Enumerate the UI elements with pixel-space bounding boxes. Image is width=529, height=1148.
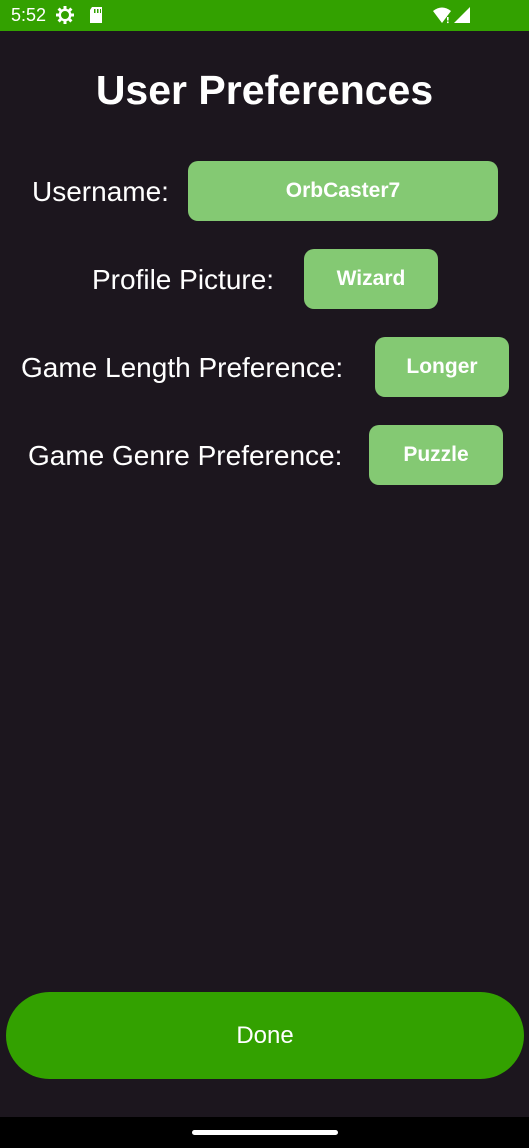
page-title: User Preferences	[95, 67, 434, 113]
home-handle[interactable]	[192, 1130, 338, 1135]
game-length-button[interactable]: Longer	[375, 337, 509, 397]
profile-picture-button[interactable]: Wizard	[304, 249, 438, 309]
game-genre-button[interactable]: Puzzle	[369, 425, 503, 485]
status-bar: 5:52	[0, 0, 529, 31]
signal-icon	[454, 7, 470, 23]
game-length-label: Game Length Preference:	[21, 352, 344, 383]
sd-card-icon	[90, 7, 102, 23]
game-genre-label: Game Genre Preference:	[28, 440, 343, 471]
status-time: 5:52	[11, 5, 47, 25]
profile-picture-label: Profile Picture:	[92, 264, 275, 295]
wifi-icon	[433, 7, 451, 24]
done-button[interactable]: Done	[6, 992, 524, 1079]
gear-icon	[56, 6, 74, 24]
username-label: Username:	[32, 176, 169, 207]
navigation-bar	[0, 1117, 529, 1148]
username-button[interactable]: OrbCaster7	[188, 161, 498, 221]
app-screen: 5:52 User Preferences Username: OrbCaste…	[0, 0, 529, 1148]
